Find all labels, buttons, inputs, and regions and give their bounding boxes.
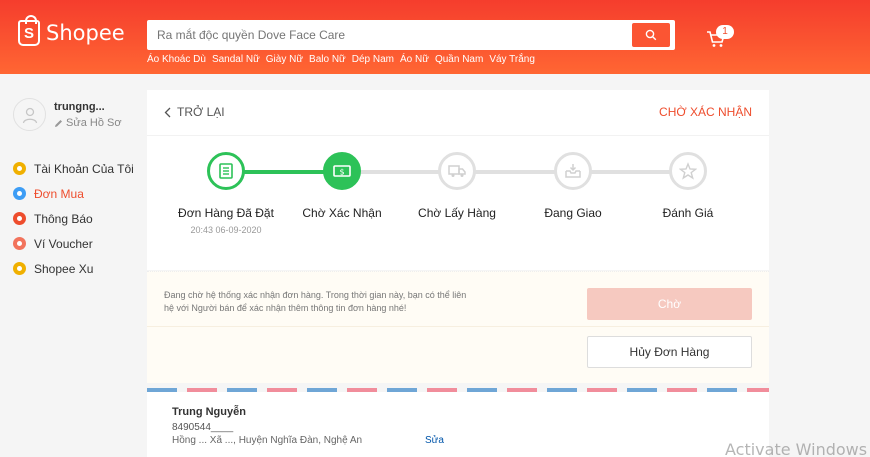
divider: [147, 135, 769, 136]
confirmation-message: Đang chờ hệ thống xác nhận đơn hàng. Tro…: [164, 290, 467, 313]
step-awaiting-pickup: [438, 152, 476, 190]
step-label: Đang Giao: [544, 206, 602, 220]
receipt-icon: [219, 163, 233, 179]
suggestion-link[interactable]: Áo Khoác Dù: [147, 54, 206, 65]
sidebar-item-label: Đơn Mua: [34, 186, 84, 201]
star-icon: [679, 162, 697, 180]
windows-activation-watermark: Activate Windows: [725, 440, 868, 457]
sidebar-item-vouchers[interactable]: Ví Voucher: [13, 231, 134, 256]
divider: [147, 326, 769, 327]
cart-count-badge: 1: [716, 25, 734, 39]
pencil-icon: [55, 119, 62, 127]
user-icon: [22, 107, 37, 123]
box-icon: [565, 164, 581, 178]
sidebar-item-label: Tài Khoản Của Tôi: [34, 161, 134, 176]
search-button[interactable]: [632, 23, 670, 47]
suggestion-link[interactable]: Dép Nam: [352, 54, 394, 65]
step-review: [669, 152, 707, 190]
sidebar-item-label: Shopee Xu: [34, 261, 94, 276]
back-label: TRỞ LẠI: [177, 105, 225, 119]
money-icon: $: [333, 165, 351, 177]
edit-profile-link[interactable]: Sửa Hồ Sơ: [54, 117, 122, 129]
search-suggestions: Áo Khoác Dù Sandal Nữ Giày Nữ Balo Nữ Dé…: [147, 54, 535, 65]
suggestion-link[interactable]: Balo Nữ: [309, 54, 346, 65]
sidebar-item-notifications[interactable]: Thông Báo: [13, 206, 134, 231]
sidebar-item-orders[interactable]: Đơn Mua: [13, 181, 134, 206]
progress-line-pending: [342, 170, 688, 174]
step-order-placed: [207, 152, 245, 190]
delivery-address: Trung Nguyễn 8490544____ Hồng ... Xã ...…: [147, 392, 769, 457]
shopee-bag-icon: S: [18, 15, 40, 46]
step-label: Đánh Giá: [662, 206, 714, 220]
chevron-left-icon: [164, 107, 171, 117]
voucher-icon: [13, 237, 26, 250]
recipient-phone: 8490544____: [172, 422, 234, 433]
shopee-logo[interactable]: S Shopee: [18, 15, 125, 46]
address-line: Hồng ... Xã ..., Huyện Nghĩa Đàn, Nghệ A…: [172, 435, 363, 446]
sidebar-menu: Tài Khoản Của Tôi Đơn Mua Thông Báo Ví V…: [13, 156, 134, 281]
suggestion-link[interactable]: Áo Nữ: [400, 54, 429, 65]
username: trungng...: [54, 101, 105, 113]
suggestion-link[interactable]: Sandal Nữ: [212, 54, 260, 65]
sidebar-item-shopee-coins[interactable]: Shopee Xu: [13, 256, 134, 281]
sidebar-item-label: Thông Báo: [34, 211, 93, 226]
edit-address-link[interactable]: Sửa: [425, 435, 444, 446]
avatar[interactable]: [13, 98, 46, 131]
step-awaiting-confirmation: $: [323, 152, 361, 190]
suggestion-link[interactable]: Váy Trắng: [489, 54, 535, 65]
search-bar: [147, 20, 675, 50]
step-shipping: [554, 152, 592, 190]
order-status-card: TRỞ LẠI CHỜ XÁC NHẬN Đơn Hàng Đã Đặt 20:…: [147, 90, 769, 270]
edit-profile-label: Sửa Hồ Sơ: [66, 117, 122, 129]
order-action-panel: Đang chờ hệ thống xác nhận đơn hàng. Tro…: [147, 271, 769, 383]
logo-text: Shopee: [46, 21, 125, 45]
step-label: Đơn Hàng Đã Đặt: [178, 206, 274, 220]
back-button[interactable]: TRỞ LẠI: [164, 105, 225, 119]
orders-icon: [13, 187, 26, 200]
order-status-label: CHỜ XÁC NHẬN: [659, 105, 752, 119]
suggestion-link[interactable]: Giày Nữ: [266, 54, 303, 65]
cancel-order-button[interactable]: Hủy Đơn Hàng: [587, 336, 752, 368]
account-icon: [13, 162, 26, 175]
step-date: 20:43 06-09-2020: [190, 225, 262, 235]
sidebar-item-account[interactable]: Tài Khoản Của Tôi: [13, 156, 134, 181]
search-icon: [645, 29, 657, 41]
bell-icon: [13, 212, 26, 225]
truck-icon: [448, 165, 466, 177]
coin-icon: [13, 262, 26, 275]
step-label: Chờ Lấy Hàng: [418, 206, 496, 220]
step-label: Chờ Xác Nhận: [302, 206, 382, 220]
top-header: S Shopee Áo Khoác Dù Sandal Nữ Giày Nữ B…: [0, 0, 870, 74]
recipient-name: Trung Nguyễn: [172, 406, 246, 418]
search-input[interactable]: [147, 20, 617, 50]
svg-text:$: $: [339, 168, 344, 177]
wait-button[interactable]: Chờ: [587, 288, 752, 320]
suggestion-link[interactable]: Quần Nam: [435, 54, 483, 65]
sidebar-item-label: Ví Voucher: [34, 236, 93, 251]
